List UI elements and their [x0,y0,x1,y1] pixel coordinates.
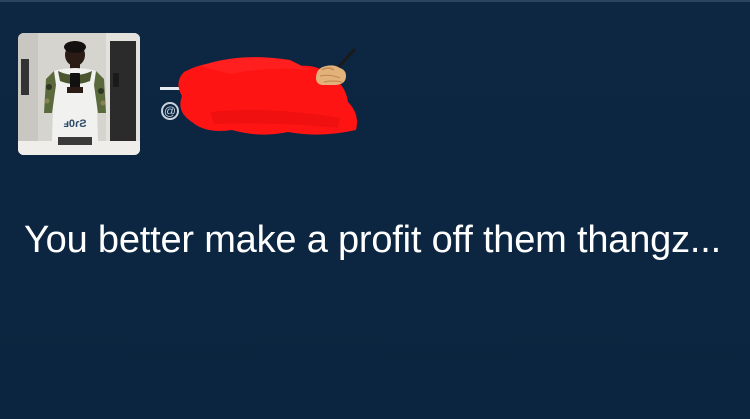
writing-hand-icon [312,48,360,93]
tweet-text: You better make a profit off them thangz… [24,219,721,261]
avatar[interactable]: ⅎ0ɾƧ [18,33,140,155]
top-divider [0,0,750,2]
avatar-image: ⅎ0ɾƧ [18,33,140,155]
avatar-jersey-text: ⅎ0ɾƧ [63,118,87,130]
tweet-card: ⅎ0ɾƧ @ You better make a profit off them… [0,0,750,419]
